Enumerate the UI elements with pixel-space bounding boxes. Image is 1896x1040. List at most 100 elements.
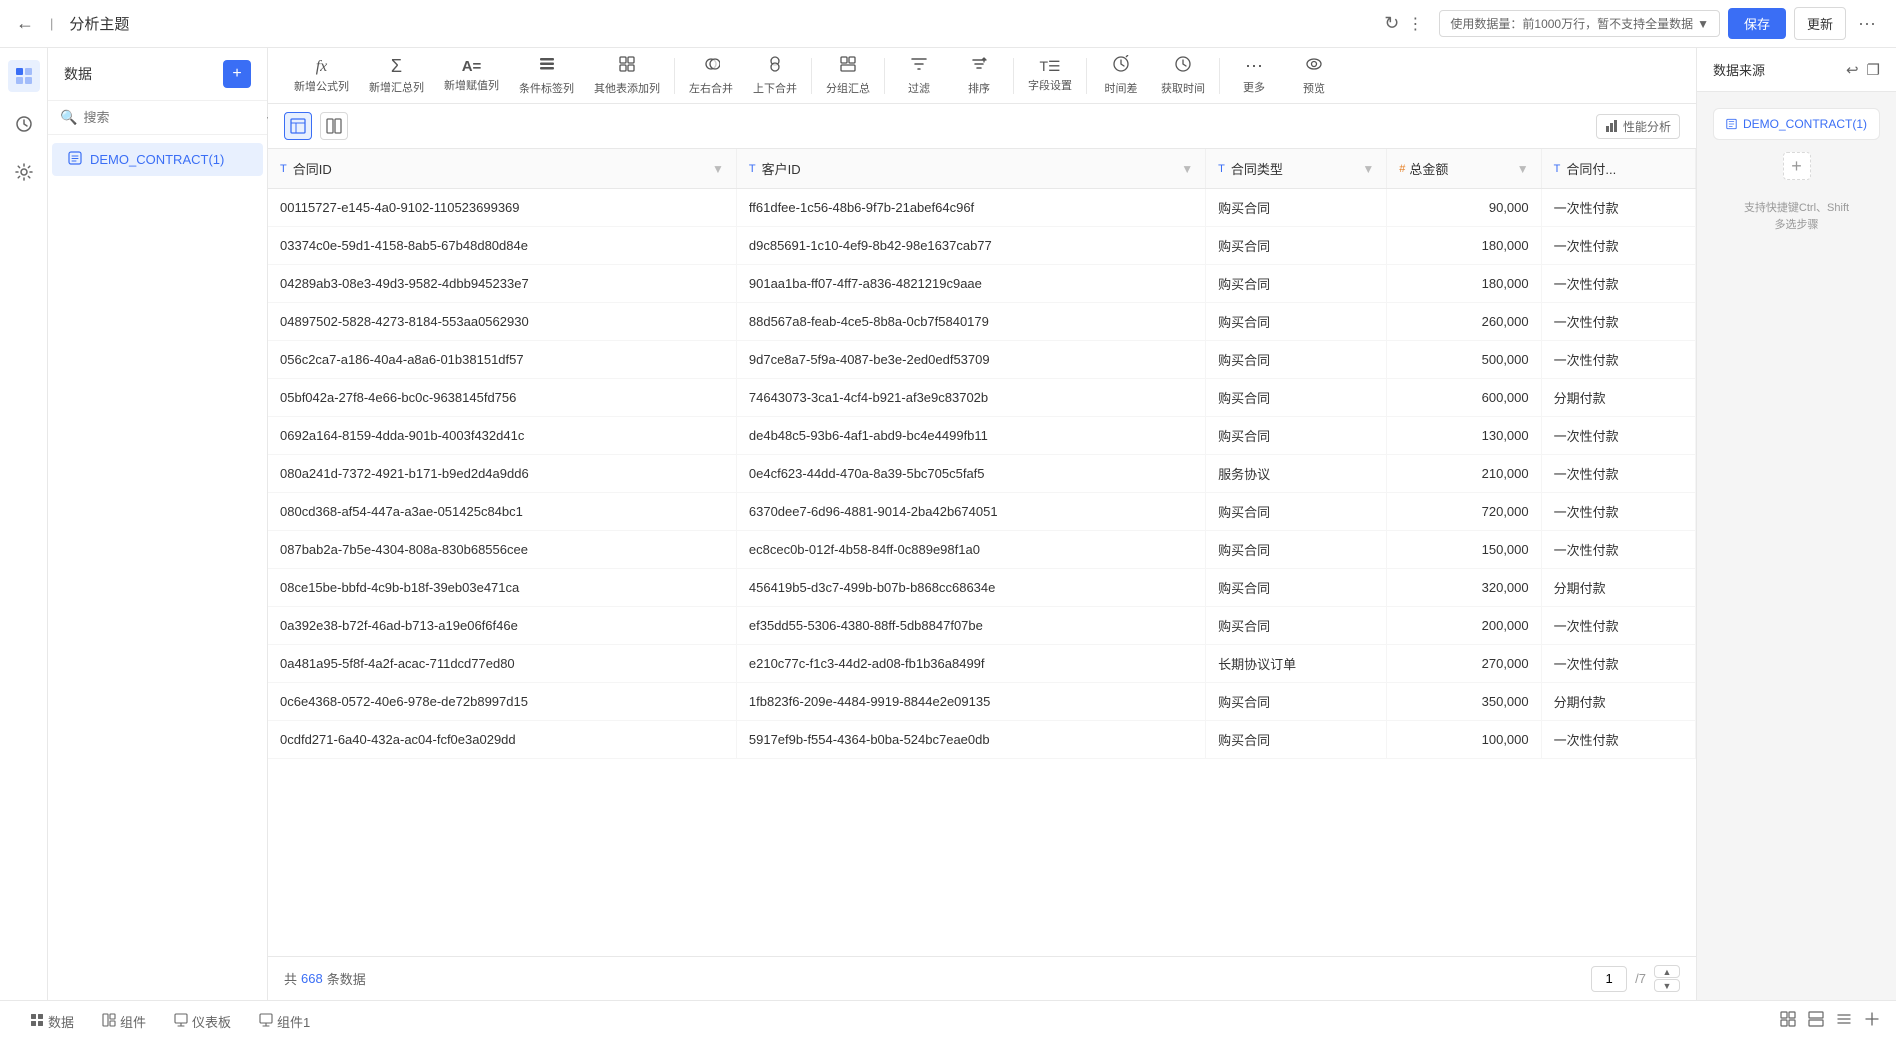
cell-type: 购买合同 [1206,607,1387,645]
save-button[interactable]: 保存 [1728,8,1786,39]
condition-col-label: 条件标签列 [519,80,574,96]
col-header-id[interactable]: T 合同ID ▼ [268,149,736,189]
formula-icon: fx [316,58,328,76]
cell-type: 购买合同 [1206,531,1387,569]
col-menu-icon-id[interactable]: ▼ [712,162,724,176]
formula-col-label: 新增公式列 [294,78,349,94]
more-button[interactable]: ··· [1854,9,1880,38]
col-menu-icon-amount[interactable]: ▼ [1517,162,1529,176]
cell-payment: 一次性付款 [1541,493,1695,531]
right-panel-title: 数据来源 [1713,60,1765,79]
cell-payment: 分期付款 [1541,379,1695,417]
bottom-icon-3[interactable] [1836,1011,1852,1030]
cell-type: 购买合同 [1206,493,1387,531]
back-icon[interactable]: ← [16,13,34,34]
col-header-amount[interactable]: # 总金额 ▼ [1387,149,1541,189]
table-footer: 共 668 条数据 /7 ▲ ▼ [268,956,1696,1000]
toolbar-other-table-col[interactable]: 其他表添加列 [584,49,670,102]
cell-payment: 一次性付款 [1541,341,1695,379]
data-panel-header: 数据 + [48,48,267,101]
col-header-customer[interactable]: T 客户ID ▼ [736,149,1205,189]
undo-icon[interactable]: ↩ [1846,61,1859,79]
toolbar-tb-merge[interactable]: 上下合并 [743,49,807,102]
content-area: fx 新增公式列 Σ 新增汇总列 A= 新增赋值列 条件标签列 [268,48,1696,1000]
total-prefix: 共 [284,969,297,988]
data-table: T 合同ID ▼ T 客户ID ▼ [268,149,1696,759]
toolbar-get-time[interactable]: 获取时间 [1151,49,1215,102]
divider4 [1013,58,1014,94]
data-usage-button[interactable]: 使用数据量：前1000万行，暂不支持全量数据 ▼ [1439,10,1720,37]
preview-icon [1305,55,1323,78]
layout-icon[interactable]: ⋮ [1407,14,1423,34]
cell-payment: 一次性付款 [1541,721,1695,759]
table-view-button[interactable] [284,112,312,140]
toolbar-condition-col[interactable]: 条件标签列 [509,49,584,102]
filter-icon [910,55,928,78]
toolbar-sum-col[interactable]: Σ 新增汇总列 [359,50,434,101]
toolbar-preview[interactable]: 预览 [1284,49,1344,102]
page-input[interactable] [1591,966,1627,992]
page-next-button[interactable]: ▼ [1654,979,1680,992]
cell-amount: 210,000 [1387,455,1541,493]
cell-customer: ff61dfee-1c56-48b6-9f7b-21abef64c96f [736,189,1205,227]
col-header-type[interactable]: T 合同类型 ▼ [1206,149,1387,189]
cell-amount: 200,000 [1387,607,1541,645]
sum-icon: Σ [391,56,402,77]
toolbar-assign-col[interactable]: A= 新增赋值列 [434,52,509,99]
tab-data[interactable]: 数据 [16,1004,88,1037]
toolbar-group-summary[interactable]: 分组汇总 [816,49,880,102]
col-menu-icon-type[interactable]: ▼ [1362,162,1374,176]
toolbar-lr-merge[interactable]: 左右合并 [679,49,743,102]
col-menu-icon-customer[interactable]: ▼ [1181,162,1193,176]
view-controls: 性能分析 [268,104,1696,149]
sidebar-icon-data[interactable] [8,60,40,92]
lr-merge-icon [702,55,720,78]
toolbar-filter[interactable]: 过滤 [889,49,949,102]
data-usage-label: 使用数据量：前1000万行，暂不支持全量数据 [1450,15,1693,32]
datasource-item[interactable]: DEMO_CONTRACT(1) [1713,108,1880,140]
expand-icon[interactable]: ❐ [1867,61,1880,79]
bottom-icon-2[interactable] [1808,1011,1824,1030]
tb-merge-icon [766,55,784,78]
add-datasource-button[interactable]: + [1783,152,1811,180]
bottom-icon-1[interactable] [1780,1011,1796,1030]
sidebar-icon-settings[interactable] [8,156,40,188]
col-header-payment[interactable]: T 合同付... [1541,149,1695,189]
toolbar-time-diff[interactable]: 时间差 [1091,49,1151,102]
tab-component1[interactable]: 组件1 [245,1004,324,1037]
col-type-icon-amount: # [1399,163,1405,175]
data-item[interactable]: DEMO_CONTRACT(1) [52,143,263,176]
tip-text: 支持快捷键Ctrl、Shift 多选步骤 [1744,200,1849,233]
tab-data-icon [30,1013,44,1030]
divider2 [811,58,812,94]
toolbar-formula-col[interactable]: fx 新增公式列 [284,52,359,100]
data-item-label: DEMO_CONTRACT(1) [90,152,224,167]
split-view-button[interactable] [320,112,348,140]
cell-id: 087bab2a-7b5e-4304-808a-830b68556cee [268,531,736,569]
group-summary-label: 分组汇总 [826,80,870,96]
right-panel-icons: ↩ ❐ [1846,61,1880,79]
assign-icon: A= [462,58,482,75]
update-button[interactable]: 更新 [1794,7,1846,40]
page-prev-button[interactable]: ▲ [1654,965,1680,978]
condition-icon [538,55,556,78]
tab-components[interactable]: 组件 [88,1004,160,1037]
cell-amount: 90,000 [1387,189,1541,227]
top-bar: ← | 分析主题 ↻ ⋮ 使用数据量：前1000万行，暂不支持全量数据 ▼ 保存… [0,0,1896,48]
refresh-icon[interactable]: ↻ [1384,13,1399,34]
search-input[interactable] [83,110,259,125]
add-data-button[interactable]: + [223,60,251,88]
table-row: 08ce15be-bbfd-4c9b-b18f-39eb03e471ca 456… [268,569,1696,607]
col-name-amount: 总金额 [1409,159,1448,178]
tab-dashboard[interactable]: 仪表板 [160,1004,245,1037]
cell-type: 购买合同 [1206,303,1387,341]
performance-button[interactable]: 性能分析 [1596,114,1680,139]
bottom-icon-4[interactable] [1864,1011,1880,1030]
data-item-icon [68,151,82,168]
sidebar-icon-components[interactable] [8,108,40,140]
toolbar-field-settings[interactable]: T☰ 字段设置 [1018,52,1082,99]
toolbar-more[interactable]: ⋯ 更多 [1224,50,1284,101]
tab-components-label: 组件 [120,1012,146,1031]
total-count[interactable]: 668 [301,971,323,986]
toolbar-sort[interactable]: 排序 [949,49,1009,102]
